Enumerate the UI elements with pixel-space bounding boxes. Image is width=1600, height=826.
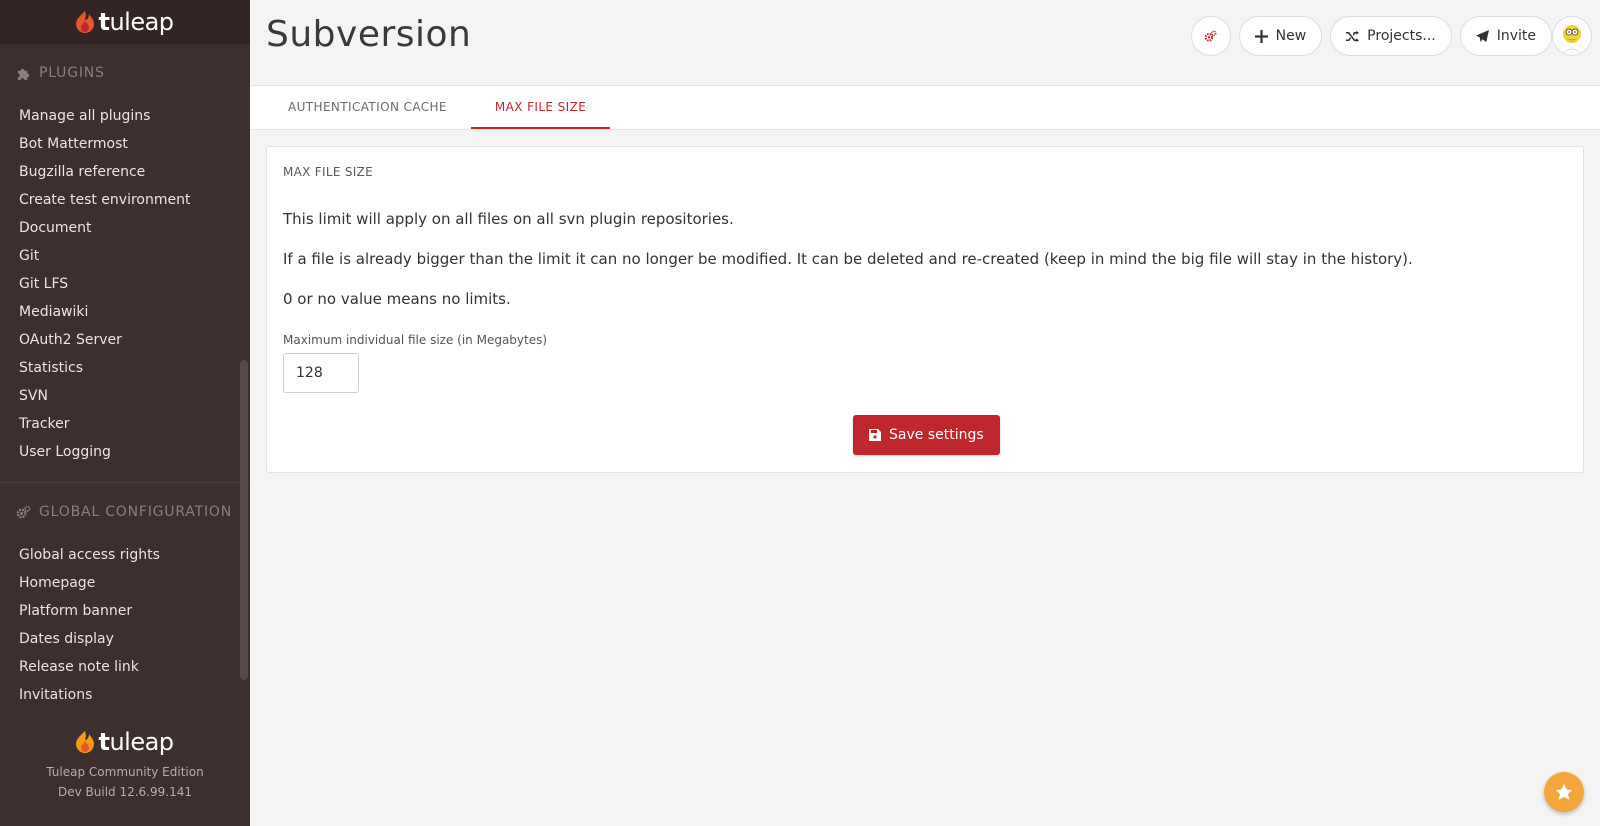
- cogs-icon: [1204, 29, 1217, 42]
- star-icon: [1555, 783, 1573, 800]
- description-paragraph: 0 or no value means no limits.: [283, 290, 511, 308]
- sidebar-section-plugins: PLUGINS: [0, 44, 250, 102]
- header-actions: New Projects... Invite: [1190, 16, 1552, 56]
- page-title: Subversion: [266, 14, 472, 55]
- build-version: Dev Build 12.6.99.141: [58, 785, 192, 799]
- invite-button-label: Invite: [1496, 28, 1536, 44]
- sidebar-item-invitations[interactable]: Invitations: [0, 681, 250, 709]
- main-content: Subversion New Projects... Invite AUTHEN…: [250, 0, 1600, 826]
- tuleap-logo[interactable]: tuleap: [76, 8, 174, 36]
- paper-plane-icon: [1475, 29, 1489, 42]
- sidebar-item-git[interactable]: Git: [0, 242, 250, 270]
- tab-authentication-cache[interactable]: AUTHENTICATION CACHE: [264, 86, 471, 129]
- new-button[interactable]: New: [1238, 16, 1323, 56]
- sidebar-item-manage-all-plugins[interactable]: Manage all plugins: [0, 102, 250, 130]
- plus-icon: [1254, 29, 1268, 43]
- sidebar-item-bot-mattermost[interactable]: Bot Mattermost: [0, 130, 250, 158]
- sidebar-item-platform-banner[interactable]: Platform banner: [0, 597, 250, 625]
- tuleap-flame-icon: [76, 11, 95, 33]
- sidebar-footer: tuleap Tuleap Community Edition Dev Buil…: [0, 714, 250, 826]
- sidebar-item-bugzilla-reference[interactable]: Bugzilla reference: [0, 158, 250, 186]
- sidebar-section-title: PLUGINS: [39, 65, 105, 81]
- logo-text: tuleap: [98, 8, 174, 36]
- sidebar-section-global-configuration: GLOBAL CONFIGURATION: [0, 483, 250, 541]
- save-settings-label: Save settings: [889, 427, 984, 443]
- sidebar-section-title: GLOBAL CONFIGURATION: [39, 504, 232, 520]
- sidebar-item-homepage[interactable]: Homepage: [0, 569, 250, 597]
- sidebar-item-global-access-rights[interactable]: Global access rights: [0, 541, 250, 569]
- pane-title: MAX FILE SIZE: [283, 165, 373, 179]
- sidebar: tuleap PLUGINS Manage all plugins Bot Ma…: [0, 0, 250, 826]
- tuleap-flame-icon: [76, 731, 95, 753]
- favorite-star-button[interactable]: [1544, 772, 1584, 812]
- projects-button[interactable]: Projects...: [1330, 16, 1452, 56]
- sidebar-item-svn[interactable]: SVN: [0, 382, 250, 410]
- logo-text: tuleap: [98, 728, 174, 756]
- save-settings-button[interactable]: Save settings: [853, 415, 1000, 455]
- admin-button[interactable]: [1190, 16, 1231, 56]
- sidebar-scrollbar[interactable]: [240, 360, 248, 680]
- page-header: Subversion New Projects... Invite: [250, 0, 1600, 86]
- puzzle-icon: [17, 68, 30, 80]
- description-paragraph: This limit will apply on all files on al…: [283, 210, 734, 228]
- sidebar-item-document[interactable]: Document: [0, 214, 250, 242]
- sidebar-item-statistics[interactable]: Statistics: [0, 354, 250, 382]
- max-file-size-label: Maximum individual file size (in Megabyt…: [283, 333, 548, 347]
- shuffle-icon: [1346, 30, 1360, 42]
- sidebar-item-user-logging[interactable]: User Logging: [0, 438, 250, 466]
- tab-bar: AUTHENTICATION CACHE MAX FILE SIZE: [250, 86, 1600, 130]
- edition-text: Tuleap Community Edition: [46, 765, 204, 779]
- sidebar-item-mediawiki[interactable]: Mediawiki: [0, 298, 250, 326]
- avatar-image: [1561, 25, 1583, 54]
- max-file-size-pane: MAX FILE SIZE This limit will apply on a…: [266, 146, 1584, 473]
- max-file-size-input[interactable]: [283, 353, 359, 393]
- cogs-icon: [16, 505, 31, 518]
- sidebar-item-oauth2-server[interactable]: OAuth2 Server: [0, 326, 250, 354]
- footer-tuleap-logo: tuleap: [0, 728, 250, 756]
- sidebar-nav[interactable]: PLUGINS Manage all plugins Bot Mattermos…: [0, 44, 250, 714]
- new-button-label: New: [1275, 28, 1307, 44]
- sidebar-item-create-test-environment[interactable]: Create test environment: [0, 186, 250, 214]
- invite-button[interactable]: Invite: [1459, 16, 1552, 56]
- tab-max-file-size[interactable]: MAX FILE SIZE: [470, 86, 611, 129]
- sidebar-item-git-lfs[interactable]: Git LFS: [0, 270, 250, 298]
- sidebar-header: tuleap: [0, 0, 250, 44]
- sidebar-item-tracker[interactable]: Tracker: [0, 410, 250, 438]
- sidebar-item-dates-display[interactable]: Dates display: [0, 625, 250, 653]
- sidebar-item-release-note-link[interactable]: Release note link: [0, 653, 250, 681]
- save-icon: [869, 429, 881, 441]
- projects-button-label: Projects...: [1367, 28, 1436, 44]
- user-avatar[interactable]: [1552, 16, 1592, 56]
- description-paragraph: If a file is already bigger than the lim…: [283, 250, 1413, 268]
